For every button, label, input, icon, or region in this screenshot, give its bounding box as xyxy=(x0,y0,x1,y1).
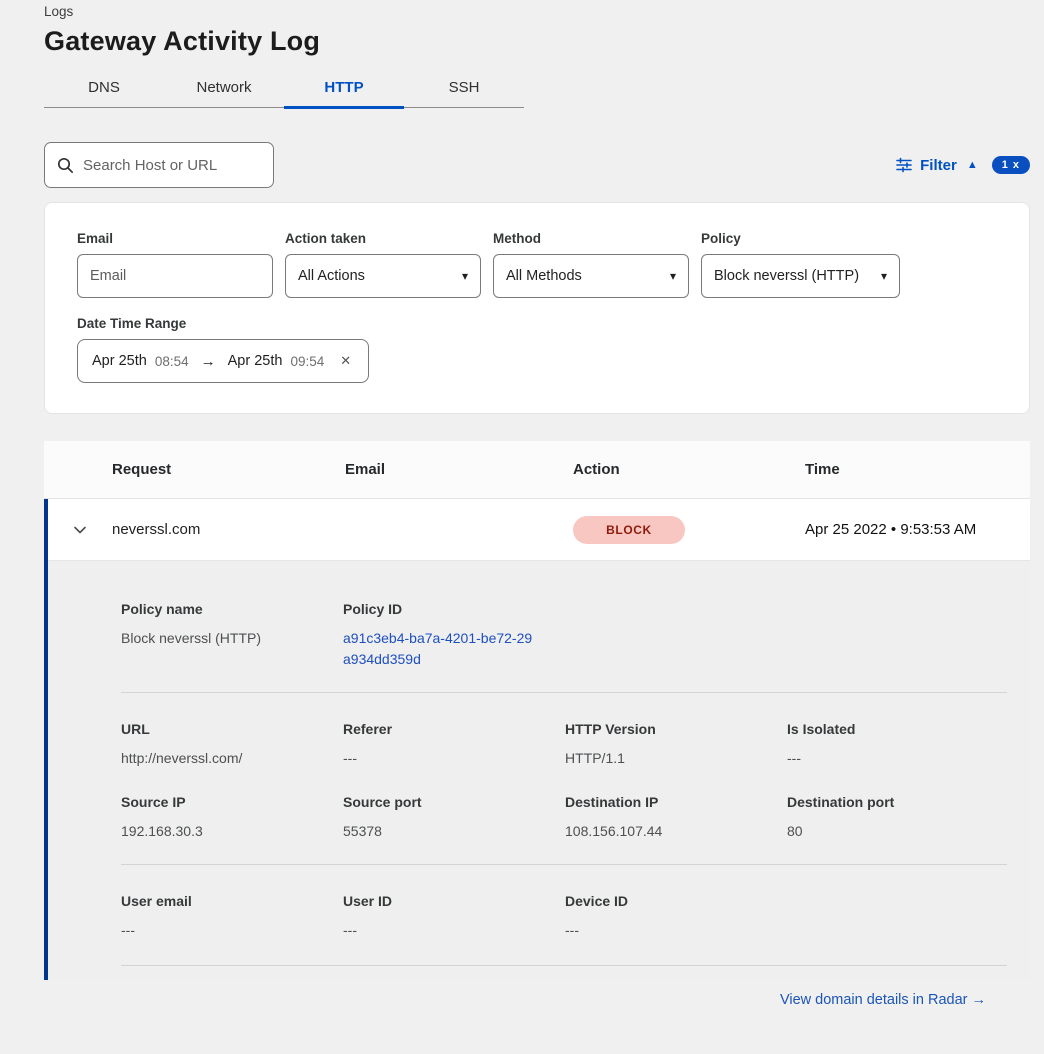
action-block-badge: BLOCK xyxy=(573,516,685,544)
source-port-value: 55378 xyxy=(343,821,549,842)
start-time[interactable]: 08:54 xyxy=(155,354,189,369)
source-port-label: Source port xyxy=(343,794,549,810)
start-date[interactable]: Apr 25th xyxy=(92,353,147,369)
user-email-value: --- xyxy=(121,920,327,941)
method-field: Method All Methods ▾ xyxy=(493,231,689,298)
chevron-down-icon: ▾ xyxy=(881,269,887,283)
is-isolated-label: Is Isolated xyxy=(787,721,993,737)
source-ip-label: Source IP xyxy=(121,794,327,810)
action-taken-select[interactable]: All Actions ▾ xyxy=(285,254,481,298)
user-email-label: User email xyxy=(121,893,327,909)
gateway-activity-log-page: Logs Gateway Activity Log DNS Network HT… xyxy=(0,0,1044,980)
policy-field: Policy Block neverssl (HTTP) ▾ xyxy=(701,231,900,298)
destination-ip-value: 108.156.107.44 xyxy=(565,821,771,842)
search-box[interactable] xyxy=(44,142,274,188)
table-row[interactable]: neverssl.com BLOCK Apr 25 2022 • 9:53:53… xyxy=(48,499,1030,561)
column-header-action: Action xyxy=(573,461,805,478)
policy-label: Policy xyxy=(701,231,900,246)
breadcrumb[interactable]: Logs xyxy=(44,4,1030,19)
tab-dns[interactable]: DNS xyxy=(44,67,164,107)
email-filter-input[interactable] xyxy=(77,254,273,298)
table-header-row: Request Email Action Time xyxy=(44,441,1030,499)
referer-label: Referer xyxy=(343,721,549,737)
chevron-down-icon[interactable] xyxy=(48,522,112,538)
device-id-label: Device ID xyxy=(565,893,771,909)
log-type-tabs: DNS Network HTTP SSH xyxy=(44,67,524,108)
filter-panel: Email Action taken All Actions ▾ Method … xyxy=(44,202,1030,414)
destination-port-value: 80 xyxy=(787,821,993,842)
row-time: Apr 25 2022 • 9:53:53 AM xyxy=(805,521,1030,538)
end-time[interactable]: 09:54 xyxy=(290,354,324,369)
arrow-right-icon: → xyxy=(201,353,216,370)
section-divider xyxy=(121,692,1007,693)
row-detail-panel: Policy name Block neverssl (HTTP) Policy… xyxy=(48,561,1030,980)
filter-sliders-icon xyxy=(896,157,912,173)
policy-id-link[interactable]: a91c3eb4-ba7a-4201-be72-29a934dd359d xyxy=(343,628,533,670)
method-label: Method xyxy=(493,231,689,246)
column-header-request: Request xyxy=(112,461,345,478)
http-version-value: HTTP/1.1 xyxy=(565,748,771,769)
section-divider xyxy=(121,864,1007,865)
email-filter-label: Email xyxy=(77,231,273,246)
user-id-value: --- xyxy=(343,920,549,941)
end-date[interactable]: Apr 25th xyxy=(228,353,283,369)
policy-value: Block neverssl (HTTP) xyxy=(714,268,859,284)
activity-log-table: Request Email Action Time neverssl.com B… xyxy=(44,441,1030,980)
date-time-range-label: Date Time Range xyxy=(77,316,997,331)
search-input[interactable] xyxy=(83,157,253,174)
method-value: All Methods xyxy=(506,268,582,284)
is-isolated-value: --- xyxy=(787,748,993,769)
referer-value: --- xyxy=(343,748,549,769)
tab-network[interactable]: Network xyxy=(164,67,284,107)
policy-select[interactable]: Block neverssl (HTTP) ▾ xyxy=(701,254,900,298)
search-icon xyxy=(57,157,74,174)
device-id-value: --- xyxy=(565,920,771,941)
source-ip-value: 192.168.30.3 xyxy=(121,821,327,842)
action-taken-field: Action taken All Actions ▾ xyxy=(285,231,481,298)
page-title: Gateway Activity Log xyxy=(44,26,1030,57)
policy-name-value: Block neverssl (HTTP) xyxy=(121,628,327,649)
email-filter-field: Email xyxy=(77,231,273,298)
user-id-label: User ID xyxy=(343,893,549,909)
url-value: http://neverssl.com/ xyxy=(121,748,327,769)
policy-id-label: Policy ID xyxy=(343,601,549,617)
date-range-picker[interactable]: Apr 25th 08:54 → Apr 25th 09:54 ✕ xyxy=(77,339,369,383)
destination-port-label: Destination port xyxy=(787,794,993,810)
close-icon[interactable]: ✕ xyxy=(340,353,351,369)
chevron-up-icon[interactable]: ▲ xyxy=(967,159,978,171)
row-request: neverssl.com xyxy=(112,521,345,538)
policy-name-label: Policy name xyxy=(121,601,327,617)
action-taken-value: All Actions xyxy=(298,268,365,284)
chevron-down-icon: ▾ xyxy=(670,269,676,283)
view-domain-details-radar-link[interactable]: View domain details in Radar → xyxy=(780,992,986,1008)
chevron-down-icon: ▾ xyxy=(462,269,468,283)
column-header-email: Email xyxy=(345,461,573,478)
action-taken-label: Action taken xyxy=(285,231,481,246)
tab-ssh[interactable]: SSH xyxy=(404,67,524,107)
column-header-time: Time xyxy=(805,461,1030,478)
tab-http[interactable]: HTTP xyxy=(284,67,404,107)
destination-ip-label: Destination IP xyxy=(565,794,771,810)
toolbar: Filter ▲ 1 x xyxy=(44,142,1030,188)
filter-controls: Filter ▲ 1 x xyxy=(896,156,1030,174)
filter-count-badge[interactable]: 1 x xyxy=(992,156,1030,174)
expanded-row-group: neverssl.com BLOCK Apr 25 2022 • 9:53:53… xyxy=(44,499,1030,980)
filter-toggle-button[interactable]: Filter xyxy=(920,157,957,174)
date-time-range-field: Date Time Range Apr 25th 08:54 → Apr 25t… xyxy=(77,316,997,383)
url-label: URL xyxy=(121,721,327,737)
http-version-label: HTTP Version xyxy=(565,721,771,737)
method-select[interactable]: All Methods ▾ xyxy=(493,254,689,298)
